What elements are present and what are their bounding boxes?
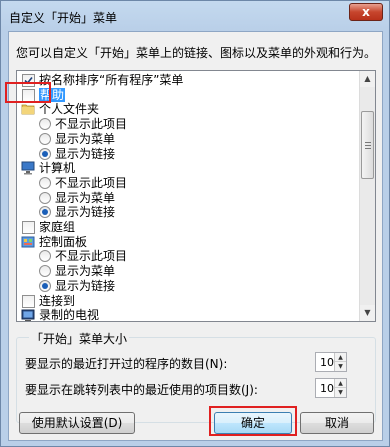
list-item[interactable]: 家庭组 xyxy=(17,220,360,235)
list-item: 计算机 xyxy=(17,161,360,176)
radio-label: 不显示此项目 xyxy=(55,175,128,190)
checkbox-label: 连接到 xyxy=(39,293,76,308)
list-item[interactable]: 显示为菜单 xyxy=(17,264,360,279)
list-item[interactable]: 显示为菜单 xyxy=(17,132,360,147)
menu-size-group: 「开始」菜单大小 要显示的最近打开过的程序的数目(N): 10 ▲ ▼ 要显示在… xyxy=(16,330,376,423)
menu-size-group-label: 「开始」菜单大小 xyxy=(29,330,130,347)
start-menu-options-list[interactable]: 按名称排序“所有程序”菜单 帮助 个人文件夹 不显示此项目 显示为菜单 显示为链接 计算机不… xyxy=(16,70,376,322)
radio-label: 显示为菜单 xyxy=(55,190,116,205)
options-list-content: 按名称排序“所有程序”菜单 帮助 个人文件夹 不显示此项目 显示为菜单 显示为链接 计算机不… xyxy=(17,71,360,321)
recent-programs-value[interactable]: 10 xyxy=(320,356,334,369)
cancel-button[interactable]: 取消 xyxy=(300,412,374,434)
dialog-body: 您可以自定义「开始」菜单上的链接、图标以及菜单的外观和行为。 按名称排序“所有程… xyxy=(8,31,383,441)
scroll-grip xyxy=(365,142,371,143)
list-item[interactable]: 显示为菜单 xyxy=(17,191,360,206)
list-item: 控制面板 xyxy=(17,235,360,250)
checkbox-label: 按名称排序“所有程序”菜单 xyxy=(39,73,184,87)
radio-label: 不显示此项目 xyxy=(55,249,128,264)
title-bar[interactable]: 自定义「开始」菜单 x xyxy=(1,1,389,31)
option-radio[interactable] xyxy=(39,250,51,263)
radio-label: 显示为链接 xyxy=(55,205,116,220)
radio-label: 显示为菜单 xyxy=(55,131,116,146)
list-item[interactable]: 显示为链接 xyxy=(17,279,360,294)
scroll-grip xyxy=(365,145,371,146)
close-button[interactable]: x xyxy=(349,3,383,21)
recorded-tv-icon xyxy=(21,308,35,321)
highlight-annotation-ok xyxy=(209,406,297,436)
jumplist-items-value[interactable]: 10 xyxy=(320,382,334,395)
radio-label: 显示为链接 xyxy=(55,146,116,161)
list-item[interactable]: 连接到 xyxy=(17,294,360,309)
jumplist-items-label: 要显示在跳转列表中的最近使用的项目数(J): xyxy=(25,383,258,397)
stepper-up-arrow[interactable]: ▲ xyxy=(335,379,346,388)
scroll-thumb[interactable] xyxy=(361,111,374,179)
stepper-down-arrow[interactable]: ▼ xyxy=(335,362,346,371)
vertical-scrollbar[interactable]: ▲ ▼ xyxy=(359,71,375,321)
option-radio[interactable] xyxy=(39,206,51,219)
option-radio[interactable] xyxy=(39,191,51,204)
control-panel-icon xyxy=(21,235,35,249)
highlight-annotation-help xyxy=(5,82,51,103)
use-default-settings-button[interactable]: 使用默认设置(D) xyxy=(19,412,135,434)
list-item: 个人文件夹 xyxy=(17,102,360,117)
radio-label: 显示为菜单 xyxy=(55,264,116,279)
option-radio[interactable] xyxy=(39,265,51,278)
stepper-up-arrow[interactable]: ▲ xyxy=(335,353,346,362)
list-item[interactable]: 显示为链接 xyxy=(17,147,360,162)
section-header: 录制的电视 xyxy=(39,308,100,322)
radio-label: 不显示此项目 xyxy=(55,117,128,132)
intro-text: 您可以自定义「开始」菜单上的链接、图标以及菜单的外观和行为。 xyxy=(16,46,377,60)
list-item[interactable]: 帮助 xyxy=(17,87,360,103)
window-title: 自定义「开始」菜单 xyxy=(9,11,118,25)
scroll-grip xyxy=(365,148,371,149)
computer-icon xyxy=(21,161,35,175)
option-radio[interactable] xyxy=(39,132,51,145)
recent-programs-label: 要显示的最近打开过的程序的数目(N): xyxy=(25,357,228,371)
list-item: 录制的电视 xyxy=(17,308,360,322)
section-header: 控制面板 xyxy=(39,234,88,249)
list-item[interactable]: 按名称排序“所有程序”菜单 xyxy=(17,73,360,88)
customize-start-menu-dialog: 自定义「开始」菜单 x 您可以自定义「开始」菜单上的链接、图标以及菜单的外观和行… xyxy=(0,0,390,447)
list-item[interactable]: 不显示此项目 xyxy=(17,176,360,191)
checkbox-label: 家庭组 xyxy=(39,220,76,234)
radio-label: 显示为链接 xyxy=(55,278,116,293)
jumplist-items-stepper[interactable]: 10 ▲ ▼ xyxy=(315,378,347,398)
recent-programs-stepper[interactable]: 10 ▲ ▼ xyxy=(315,352,347,372)
list-item[interactable]: 不显示此项目 xyxy=(17,249,360,264)
list-item[interactable]: 不显示此项目 xyxy=(17,117,360,132)
option-radio[interactable] xyxy=(39,176,51,189)
section-header: 计算机 xyxy=(39,161,76,176)
option-radio[interactable] xyxy=(39,147,51,160)
option-radio[interactable] xyxy=(39,118,51,131)
option-radio[interactable] xyxy=(39,279,51,292)
option-checkbox[interactable] xyxy=(22,221,35,234)
section-header: 个人文件夹 xyxy=(39,102,100,117)
folder-icon xyxy=(21,102,35,116)
scroll-down-arrow[interactable]: ▼ xyxy=(360,305,375,321)
list-item[interactable]: 显示为链接 xyxy=(17,205,360,220)
stepper-buttons: ▲ ▼ xyxy=(334,353,346,371)
option-checkbox[interactable] xyxy=(22,294,35,308)
stepper-buttons: ▲ ▼ xyxy=(334,379,346,397)
stepper-down-arrow[interactable]: ▼ xyxy=(335,388,346,397)
scroll-up-arrow[interactable]: ▲ xyxy=(360,71,375,87)
